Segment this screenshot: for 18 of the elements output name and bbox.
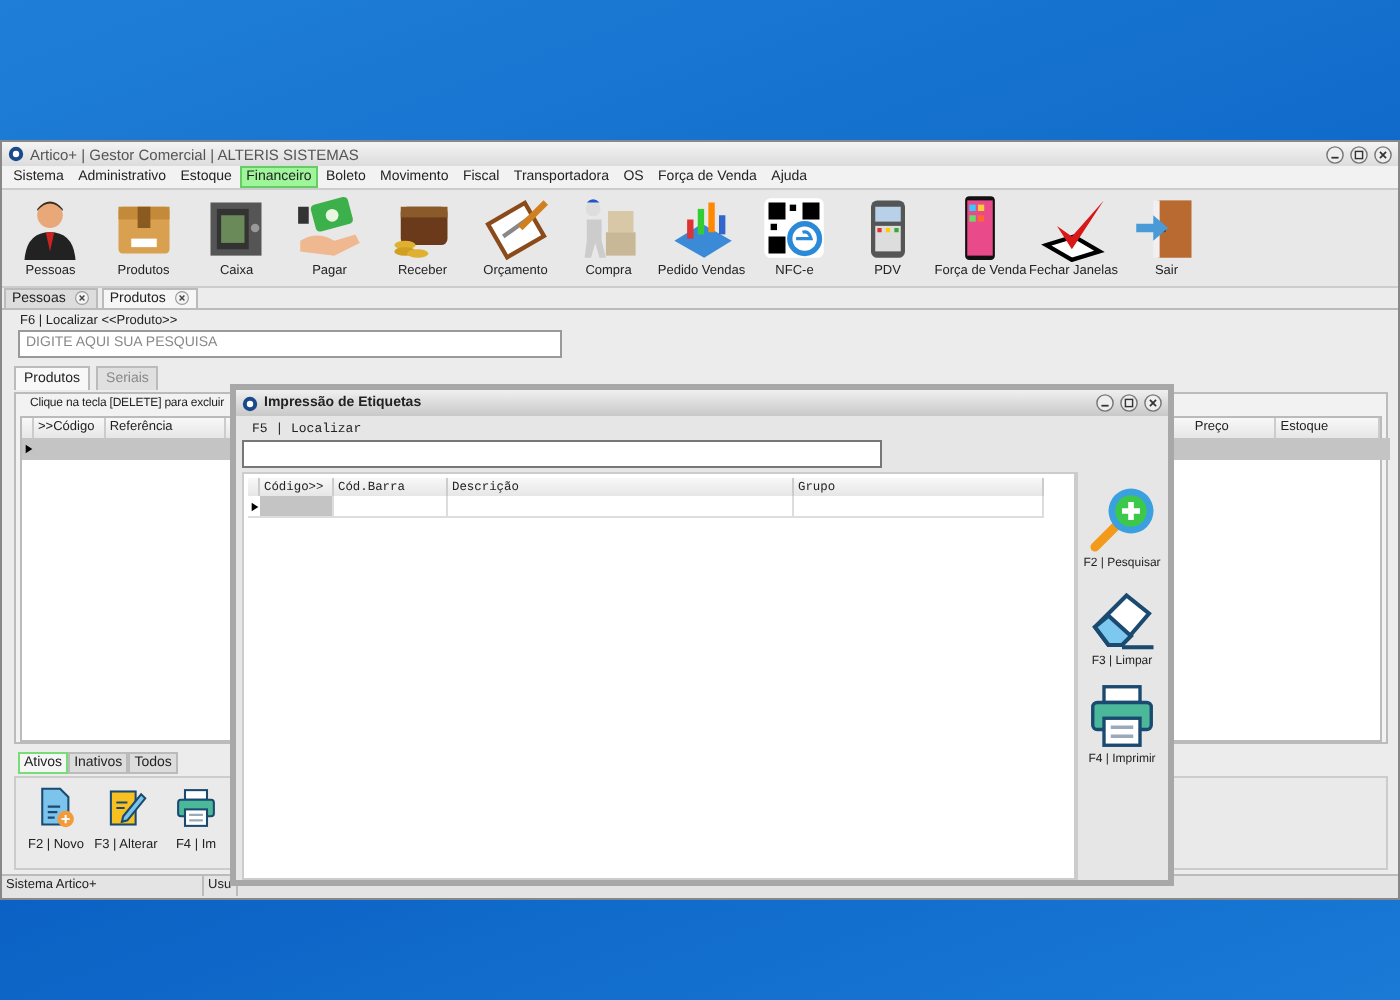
close-icon[interactable] <box>1374 145 1392 164</box>
maximize-icon[interactable] <box>1120 394 1138 412</box>
close-icon[interactable] <box>73 290 90 307</box>
printer-icon <box>1086 680 1158 752</box>
search-plus-icon <box>1085 484 1158 556</box>
close-icon[interactable] <box>173 290 190 307</box>
app-logo-icon <box>8 146 24 163</box>
maximize-icon[interactable] <box>1350 145 1368 164</box>
minimize-icon[interactable] <box>1326 145 1344 164</box>
close-icon[interactable] <box>1144 394 1162 412</box>
app-logo-icon <box>242 395 258 411</box>
qr-code-icon <box>760 194 829 263</box>
minimize-icon[interactable] <box>1096 394 1114 412</box>
search-field[interactable] <box>242 440 882 468</box>
row-pointer-icon <box>24 443 34 454</box>
printer-icon <box>174 785 218 830</box>
row-pointer-icon <box>250 501 260 511</box>
notepad-pencil-icon <box>104 785 148 830</box>
